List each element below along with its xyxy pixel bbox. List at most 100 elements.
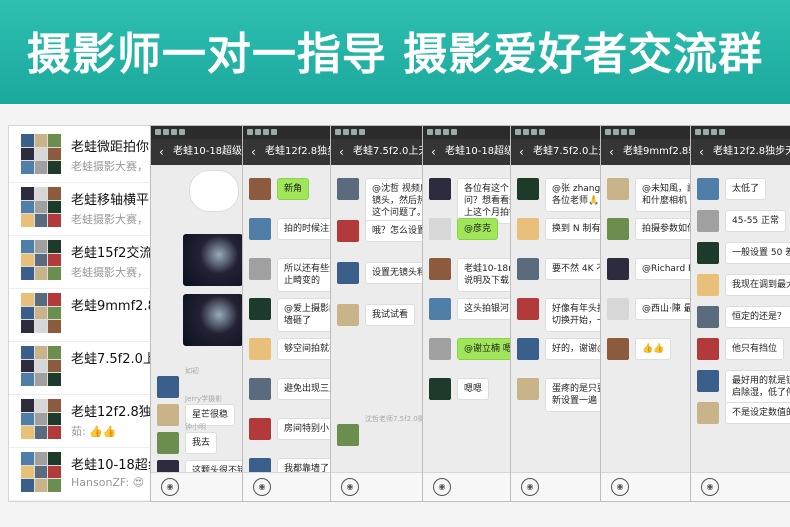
user-avatar[interactable] [607,258,629,280]
voice-input-icon[interactable]: ◉ [611,478,629,496]
user-avatar[interactable] [337,304,359,326]
message-bubble[interactable]: 嗯嗯 [457,378,490,400]
user-avatar[interactable] [429,378,451,400]
message-bubble[interactable]: 房间特别小 [277,418,337,440]
sender-name: 沈哲老师7.5f2.0微博 [365,415,428,423]
chat-list-item[interactable]: 老蛙7.5f2.0上 [9,338,169,395]
message-bubble[interactable]: 我去 [185,432,218,454]
message-bubble[interactable]: 换到 N 制有时候 [545,218,607,240]
message-bubble[interactable]: @彦克 [457,218,499,240]
user-avatar[interactable] [429,218,451,240]
user-avatar[interactable] [249,258,271,280]
message-bubble[interactable]: @未知風，請問 和什麼相机 [635,178,697,212]
starry-photo[interactable] [183,294,243,346]
user-avatar[interactable] [157,376,179,398]
message-bubble[interactable]: 45-55 正常 [725,210,787,232]
user-avatar[interactable] [249,378,271,400]
starry-photo[interactable] [183,234,243,286]
message-bubble[interactable]: 我试试看 [365,304,416,326]
voice-input-icon[interactable]: ◉ [161,478,179,496]
message-bubble[interactable]: @张 zhang 好的 各位老师🙏 [545,178,607,212]
notification-icon [531,129,537,135]
back-arrow-icon[interactable]: ‹ [159,139,164,165]
user-avatar[interactable] [517,178,539,200]
user-avatar[interactable] [697,306,719,328]
user-avatar[interactable] [607,218,629,240]
user-avatar[interactable] [249,338,271,360]
voice-input-icon[interactable]: ◉ [701,478,719,496]
sender-name: 如初 [185,367,199,375]
user-avatar[interactable] [249,298,271,320]
user-avatar[interactable] [697,402,719,424]
chat-title: 老蛙9mmf2.8轻轻 [623,146,697,157]
user-avatar[interactable] [337,262,359,284]
user-avatar[interactable] [429,178,451,200]
user-avatar[interactable] [697,274,719,296]
message-bubble[interactable]: 不是设定数值的 [725,402,790,424]
user-avatar[interactable] [697,210,719,232]
user-avatar[interactable] [337,220,359,242]
user-avatar[interactable] [517,258,539,280]
user-avatar[interactable] [157,432,179,454]
message-bubble[interactable]: 恒定的还是？ [725,306,790,328]
notification-icon [515,129,521,135]
message-bubble[interactable]: 一般设置 50 差不 [725,242,790,264]
user-avatar[interactable] [337,178,359,200]
banner-title: 摄影师一对一指导 摄影爱好者交流群 [26,29,764,80]
chat-list-item[interactable]: 老蛙15f2交流 老蛙摄影大赛， [9,232,169,289]
back-arrow-icon[interactable]: ‹ [699,139,704,165]
message-bubble[interactable]: 好的，谢谢@张 [545,338,607,360]
user-avatar[interactable] [697,370,719,392]
user-avatar[interactable] [697,242,719,264]
chat-list-item[interactable]: 老蛙9mmf2.8 [9,285,169,342]
user-avatar[interactable] [249,418,271,440]
back-arrow-icon[interactable]: ‹ [339,139,344,165]
back-arrow-icon[interactable]: ‹ [251,139,256,165]
message-bubble[interactable]: 设置无镜头释放 [365,262,427,284]
message-bubble[interactable]: @沈哲 视频后期 镜头，然后热机 这个问题了。 [365,178,427,224]
chat-list-item[interactable]: 老蛙微距拍你 老蛙摄影大赛， [9,126,169,183]
user-avatar[interactable] [249,218,271,240]
user-avatar[interactable] [517,338,539,360]
chat-list-item[interactable]: 老蛙10-18超纟 HansonZF: 😍 [9,444,169,501]
user-avatar[interactable] [429,298,451,320]
message-bubble[interactable]: 新角 [277,178,310,200]
message-bubble[interactable]: 太低了 [725,178,767,200]
message-bubble[interactable]: 👍👍 [635,338,672,360]
user-avatar[interactable] [607,338,629,360]
voice-input-icon[interactable]: ◉ [433,478,451,496]
message-bubble[interactable]: 最好用的就是锐 启除湿，低了停 [725,370,790,404]
user-avatar[interactable] [517,298,539,320]
message-bubble[interactable]: 哦？怎么设置无 [365,220,427,242]
back-arrow-icon[interactable]: ‹ [519,139,524,165]
voice-input-icon[interactable]: ◉ [341,478,359,496]
user-avatar[interactable] [429,258,451,280]
user-avatar[interactable] [697,338,719,360]
sender-name: 钟小明 [185,423,206,431]
chat-list-item[interactable]: 老蛙移轴横平 老蛙摄影大赛， [9,179,169,236]
user-avatar[interactable] [337,424,359,446]
message-bubble[interactable]: @Richard Foo [635,258,697,280]
message-bubble[interactable]: 蛋疼的是只要重 新设置一遍 [545,378,607,412]
message-bubble[interactable]: 他只有挡位 [725,338,785,360]
status-bar [601,126,697,139]
message-bubble[interactable]: 要不然 4K 不能 [545,258,607,280]
user-avatar[interactable] [157,404,179,426]
user-avatar[interactable] [607,298,629,320]
user-avatar[interactable] [249,178,271,200]
header-banner: 摄影师一对一指导 摄影爱好者交流群 [0,0,790,104]
back-arrow-icon[interactable]: ‹ [609,139,614,165]
back-arrow-icon[interactable]: ‹ [431,139,436,165]
message-bubble[interactable]: 拍摄参数如何？ [635,218,697,240]
user-avatar[interactable] [429,338,451,360]
voice-input-icon[interactable]: ◉ [253,478,271,496]
user-avatar[interactable] [517,378,539,400]
user-avatar[interactable] [607,178,629,200]
message-bubble[interactable]: 好像有年头拍 切换开始，一直 [545,298,607,332]
user-avatar[interactable] [517,218,539,240]
voice-input-icon[interactable]: ◉ [521,478,539,496]
chat-list-item[interactable]: 老蛙12f2.8独 茹: 👍👍 [9,391,169,448]
message-bubble[interactable]: @西山·陳 最大 [635,298,697,320]
message-bubble[interactable]: 我现在调到最大 [725,274,790,296]
user-avatar[interactable] [697,178,719,200]
